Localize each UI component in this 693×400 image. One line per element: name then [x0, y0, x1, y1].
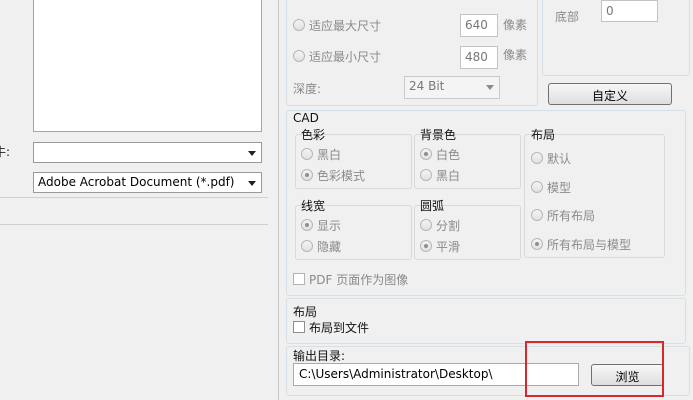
lineweight-group-title: 线宽 [301, 199, 326, 213]
depth-value: 24 Bit [409, 79, 445, 93]
layout-model-radio[interactable] [531, 181, 543, 193]
lineweight-show-label: 显示 [317, 219, 342, 233]
layout-all-radio[interactable] [531, 209, 543, 221]
layout-all-label: 所有布局 [547, 209, 596, 223]
depth-select[interactable]: 24 Bit [404, 76, 500, 99]
bg-white-label: 白色 [436, 148, 461, 162]
lineweight-hide-radio[interactable] [301, 240, 313, 252]
field-label-fragment: 牛: [0, 145, 11, 159]
left-divider-2 [0, 224, 268, 225]
pdf-as-image-label: PDF 页面作为图像 [309, 273, 409, 287]
bottom-margin-label: 底部 [555, 10, 580, 24]
cad-title: CAD [293, 111, 319, 125]
layout-model-label: 模型 [547, 181, 572, 195]
layout-default-radio[interactable] [531, 152, 543, 164]
chevron-down-icon [248, 151, 256, 156]
depth-label: 深度: [293, 82, 322, 96]
file-type-value: Adobe Acrobat Document (*.pdf) [38, 175, 235, 189]
fit-max-radio[interactable] [293, 19, 305, 31]
arc-group-title: 圆弧 [420, 199, 445, 213]
arc-smooth-label: 平滑 [436, 240, 461, 254]
layout-title: 布局 [293, 305, 318, 319]
cad-layout-group-title: 布局 [531, 128, 556, 142]
layout-to-file-checkbox[interactable] [293, 321, 305, 333]
export-dialog: 牛: Adobe Acrobat Document (*.pdf) 适应最大尺寸… [0, 0, 693, 400]
arc-split-radio[interactable] [420, 219, 432, 231]
file-type-select[interactable]: Adobe Acrobat Document (*.pdf) [33, 172, 262, 193]
color-group-title: 色彩 [301, 128, 326, 142]
color-bw-label: 黑白 [317, 148, 342, 162]
background-group-title: 背景色 [420, 128, 457, 142]
bg-bw-label: 黑白 [436, 169, 461, 183]
chevron-down-icon [248, 181, 256, 186]
arc-smooth-radio[interactable] [420, 240, 432, 252]
chevron-down-icon [486, 85, 494, 90]
fit-min-input[interactable]: 480 [460, 46, 498, 69]
output-title: 输出目录: [293, 349, 346, 363]
fit-max-input[interactable]: 640 [460, 14, 498, 37]
layout-to-file-label: 布局到文件 [309, 321, 370, 335]
color-mode-label: 色彩模式 [317, 169, 366, 183]
lineweight-show-radio[interactable] [301, 219, 313, 231]
layout-default-label: 默认 [547, 152, 572, 166]
arc-split-label: 分割 [436, 219, 461, 233]
pdf-as-image-checkbox[interactable] [293, 273, 305, 285]
lineweight-hide-label: 隐藏 [317, 240, 342, 254]
empty-combo[interactable] [33, 142, 262, 163]
fit-min-radio[interactable] [293, 50, 305, 62]
custom-button[interactable]: 自定义 [548, 83, 672, 105]
fit-min-unit: 像素 [503, 48, 528, 62]
browse-highlight-box [525, 341, 664, 397]
color-bw-radio[interactable] [301, 148, 313, 160]
bg-white-radio[interactable] [420, 148, 432, 160]
pane-separator [278, 0, 279, 400]
fit-min-label: 适应最小尺寸 [309, 50, 382, 64]
layout-all-model-radio[interactable] [531, 238, 543, 250]
fit-max-unit: 像素 [503, 18, 528, 32]
layout-all-model-label: 所有布局与模型 [547, 238, 632, 252]
file-list-box[interactable] [33, 0, 262, 132]
color-mode-radio[interactable] [301, 169, 313, 181]
left-divider [0, 197, 268, 198]
bottom-margin-input[interactable]: 0 [601, 0, 658, 22]
fit-max-label: 适应最大尺寸 [309, 19, 382, 33]
bg-bw-radio[interactable] [420, 169, 432, 181]
